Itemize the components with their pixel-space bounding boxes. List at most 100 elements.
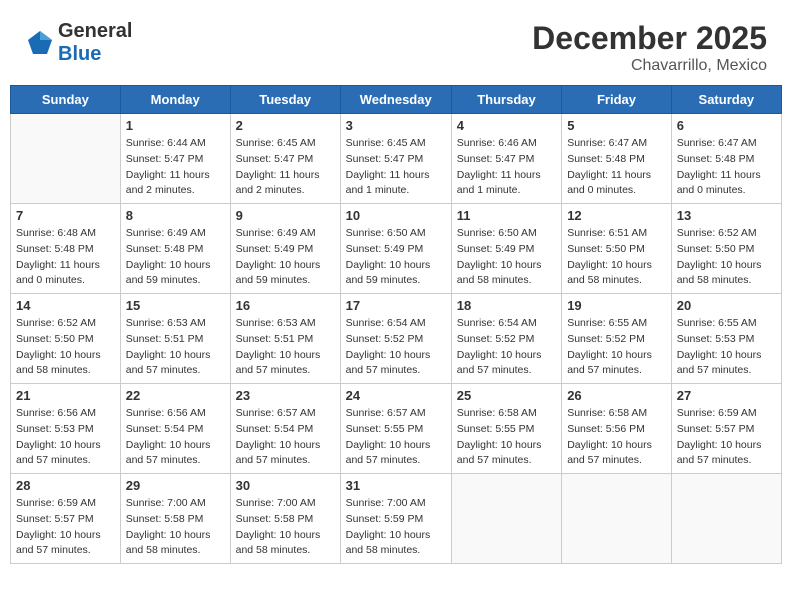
- day-info: Sunrise: 6:53 AMSunset: 5:51 PMDaylight:…: [236, 316, 335, 379]
- day-info-line: and 58 minutes.: [126, 544, 201, 556]
- day-info-line: Sunset: 5:48 PM: [126, 243, 204, 255]
- day-number: 19: [567, 298, 666, 313]
- day-info-line: Sunset: 5:51 PM: [126, 333, 204, 345]
- calendar-cell: 31Sunrise: 7:00 AMSunset: 5:59 PMDayligh…: [340, 474, 451, 564]
- calendar-cell: 27Sunrise: 6:59 AMSunset: 5:57 PMDayligh…: [671, 384, 781, 474]
- day-number: 28: [16, 478, 115, 493]
- day-info-line: Daylight: 11 hours: [457, 169, 541, 181]
- day-info: Sunrise: 7:00 AMSunset: 5:58 PMDaylight:…: [126, 496, 225, 559]
- day-info-line: Daylight: 10 hours: [126, 349, 211, 361]
- day-info-line: Sunset: 5:53 PM: [16, 423, 94, 435]
- day-info-line: Sunset: 5:58 PM: [236, 513, 314, 525]
- calendar-cell: 24Sunrise: 6:57 AMSunset: 5:55 PMDayligh…: [340, 384, 451, 474]
- day-number: 15: [126, 298, 225, 313]
- day-info-line: Sunrise: 6:47 AM: [677, 137, 757, 149]
- day-info-line: Sunset: 5:47 PM: [126, 153, 204, 165]
- day-info-line: Sunrise: 6:59 AM: [677, 407, 757, 419]
- day-info-line: Sunset: 5:52 PM: [346, 333, 424, 345]
- day-info-line: Sunset: 5:49 PM: [236, 243, 314, 255]
- calendar-cell: 1Sunrise: 6:44 AMSunset: 5:47 PMDaylight…: [120, 114, 230, 204]
- day-info-line: Sunrise: 6:54 AM: [457, 317, 537, 329]
- calendar-cell: [451, 474, 561, 564]
- calendar-cell: 12Sunrise: 6:51 AMSunset: 5:50 PMDayligh…: [562, 204, 672, 294]
- day-info-line: Daylight: 11 hours: [126, 169, 210, 181]
- day-info-line: Sunset: 5:49 PM: [457, 243, 535, 255]
- day-number: 17: [346, 298, 446, 313]
- day-info-line: Daylight: 11 hours: [16, 259, 100, 271]
- day-info-line: Sunset: 5:49 PM: [346, 243, 424, 255]
- day-info-line: Sunrise: 6:46 AM: [457, 137, 537, 149]
- day-number: 31: [346, 478, 446, 493]
- title-block: December 2025 Chavarrillo, Mexico: [532, 20, 767, 75]
- day-info: Sunrise: 6:59 AMSunset: 5:57 PMDaylight:…: [677, 406, 776, 469]
- day-info: Sunrise: 6:47 AMSunset: 5:48 PMDaylight:…: [677, 136, 776, 199]
- day-info-line: Sunset: 5:53 PM: [677, 333, 755, 345]
- calendar-cell: [11, 114, 121, 204]
- calendar-cell: 16Sunrise: 6:53 AMSunset: 5:51 PMDayligh…: [230, 294, 340, 384]
- day-info-line: Sunset: 5:48 PM: [16, 243, 94, 255]
- day-info-line: and 1 minute.: [346, 184, 410, 196]
- calendar-cell: 10Sunrise: 6:50 AMSunset: 5:49 PMDayligh…: [340, 204, 451, 294]
- day-info-line: and 2 minutes.: [236, 184, 305, 196]
- day-info-line: and 1 minute.: [457, 184, 521, 196]
- day-info-line: Sunrise: 6:50 AM: [457, 227, 537, 239]
- day-info-line: Daylight: 10 hours: [126, 529, 211, 541]
- day-info-line: Daylight: 11 hours: [677, 169, 761, 181]
- day-number: 30: [236, 478, 335, 493]
- day-info: Sunrise: 6:50 AMSunset: 5:49 PMDaylight:…: [457, 226, 556, 289]
- day-info-line: Sunrise: 7:00 AM: [346, 497, 426, 509]
- day-number: 21: [16, 388, 115, 403]
- day-info-line: Daylight: 11 hours: [567, 169, 651, 181]
- day-info: Sunrise: 6:57 AMSunset: 5:54 PMDaylight:…: [236, 406, 335, 469]
- day-info-line: and 57 minutes.: [236, 454, 311, 466]
- calendar-cell: 18Sunrise: 6:54 AMSunset: 5:52 PMDayligh…: [451, 294, 561, 384]
- day-info-line: Sunrise: 6:48 AM: [16, 227, 96, 239]
- day-info: Sunrise: 6:56 AMSunset: 5:53 PMDaylight:…: [16, 406, 115, 469]
- day-info-line: and 58 minutes.: [677, 274, 752, 286]
- day-info: Sunrise: 6:49 AM Sunset: 5:49 PM Daylight:…: [236, 226, 335, 289]
- day-info-line: Sunrise: 6:49 AM: [236, 227, 316, 239]
- calendar-cell: 25Sunrise: 6:58 AMSunset: 5:55 PMDayligh…: [451, 384, 561, 474]
- day-info-line: Daylight: 10 hours: [16, 349, 101, 361]
- month-year-title: December 2025: [532, 20, 767, 57]
- day-info-line: Sunset: 5:56 PM: [567, 423, 645, 435]
- day-number: 10: [346, 208, 446, 223]
- day-number: 24: [346, 388, 446, 403]
- day-number: 6: [677, 118, 776, 133]
- calendar-cell: 23Sunrise: 6:57 AMSunset: 5:54 PMDayligh…: [230, 384, 340, 474]
- day-info-line: Sunrise: 6:56 AM: [126, 407, 206, 419]
- day-info-line: Sunset: 5:54 PM: [236, 423, 314, 435]
- day-info-line: and 57 minutes.: [457, 454, 532, 466]
- day-info-line: Sunset: 5:57 PM: [16, 513, 94, 525]
- calendar-cell: 28Sunrise: 6:59 AMSunset: 5:57 PMDayligh…: [11, 474, 121, 564]
- day-info-line: and 57 minutes.: [16, 544, 91, 556]
- day-info-line: Daylight: 10 hours: [16, 529, 101, 541]
- calendar-cell: 11Sunrise: 6:50 AMSunset: 5:49 PMDayligh…: [451, 204, 561, 294]
- day-info-line: Sunrise: 6:49 AM: [126, 227, 206, 239]
- day-info-line: Daylight: 10 hours: [236, 259, 321, 271]
- day-info-line: Daylight: 10 hours: [677, 259, 762, 271]
- calendar-cell: 19 Sunrise: 6:55 AMSunset: 5:52 PMDayligh…: [562, 294, 672, 384]
- day-info: Sunrise: 6:55 AMSunset: 5:52 PMDaylight:…: [567, 316, 666, 379]
- day-info-line: Sunrise: 6:57 AM: [236, 407, 316, 419]
- calendar-cell: 5Sunrise: 6:47 AMSunset: 5:48 PMDaylight…: [562, 114, 672, 204]
- day-info: Sunrise: 6:45 AMSunset: 5:47 PMDaylight:…: [236, 136, 335, 199]
- day-info: Sunrise: 6:58 AMSunset: 5:55 PMDaylight:…: [457, 406, 556, 469]
- day-info-line: Daylight: 10 hours: [126, 439, 211, 451]
- calendar-cell: 2Sunrise: 6:45 AMSunset: 5:47 PMDaylight…: [230, 114, 340, 204]
- day-info-line: Sunset: 5:47 PM: [236, 153, 314, 165]
- day-info-line: Daylight: 10 hours: [677, 439, 762, 451]
- day-info-line: Sunset: 5:51 PM: [236, 333, 314, 345]
- day-info-line: and 57 minutes.: [126, 364, 201, 376]
- day-info-line: and 0 minutes.: [16, 274, 85, 286]
- day-info-line: and 59 minutes.: [126, 274, 201, 286]
- day-info-line: and 57 minutes.: [677, 454, 752, 466]
- logo-blue-text: Blue: [58, 43, 101, 65]
- day-info-line: Sunrise: 6:58 AM: [567, 407, 647, 419]
- day-info: Sunrise: 6:48 AM Sunset: 5:48 PM Daylight:…: [16, 226, 115, 289]
- calendar-cell: 15Sunrise: 6:53 AMSunset: 5:51 PMDayligh…: [120, 294, 230, 384]
- day-info-line: and 57 minutes.: [126, 454, 201, 466]
- day-info-line: and 57 minutes.: [346, 454, 421, 466]
- day-info-line: and 0 minutes.: [567, 184, 636, 196]
- day-info: Sunrise: 6:47 AMSunset: 5:48 PMDaylight:…: [567, 136, 666, 199]
